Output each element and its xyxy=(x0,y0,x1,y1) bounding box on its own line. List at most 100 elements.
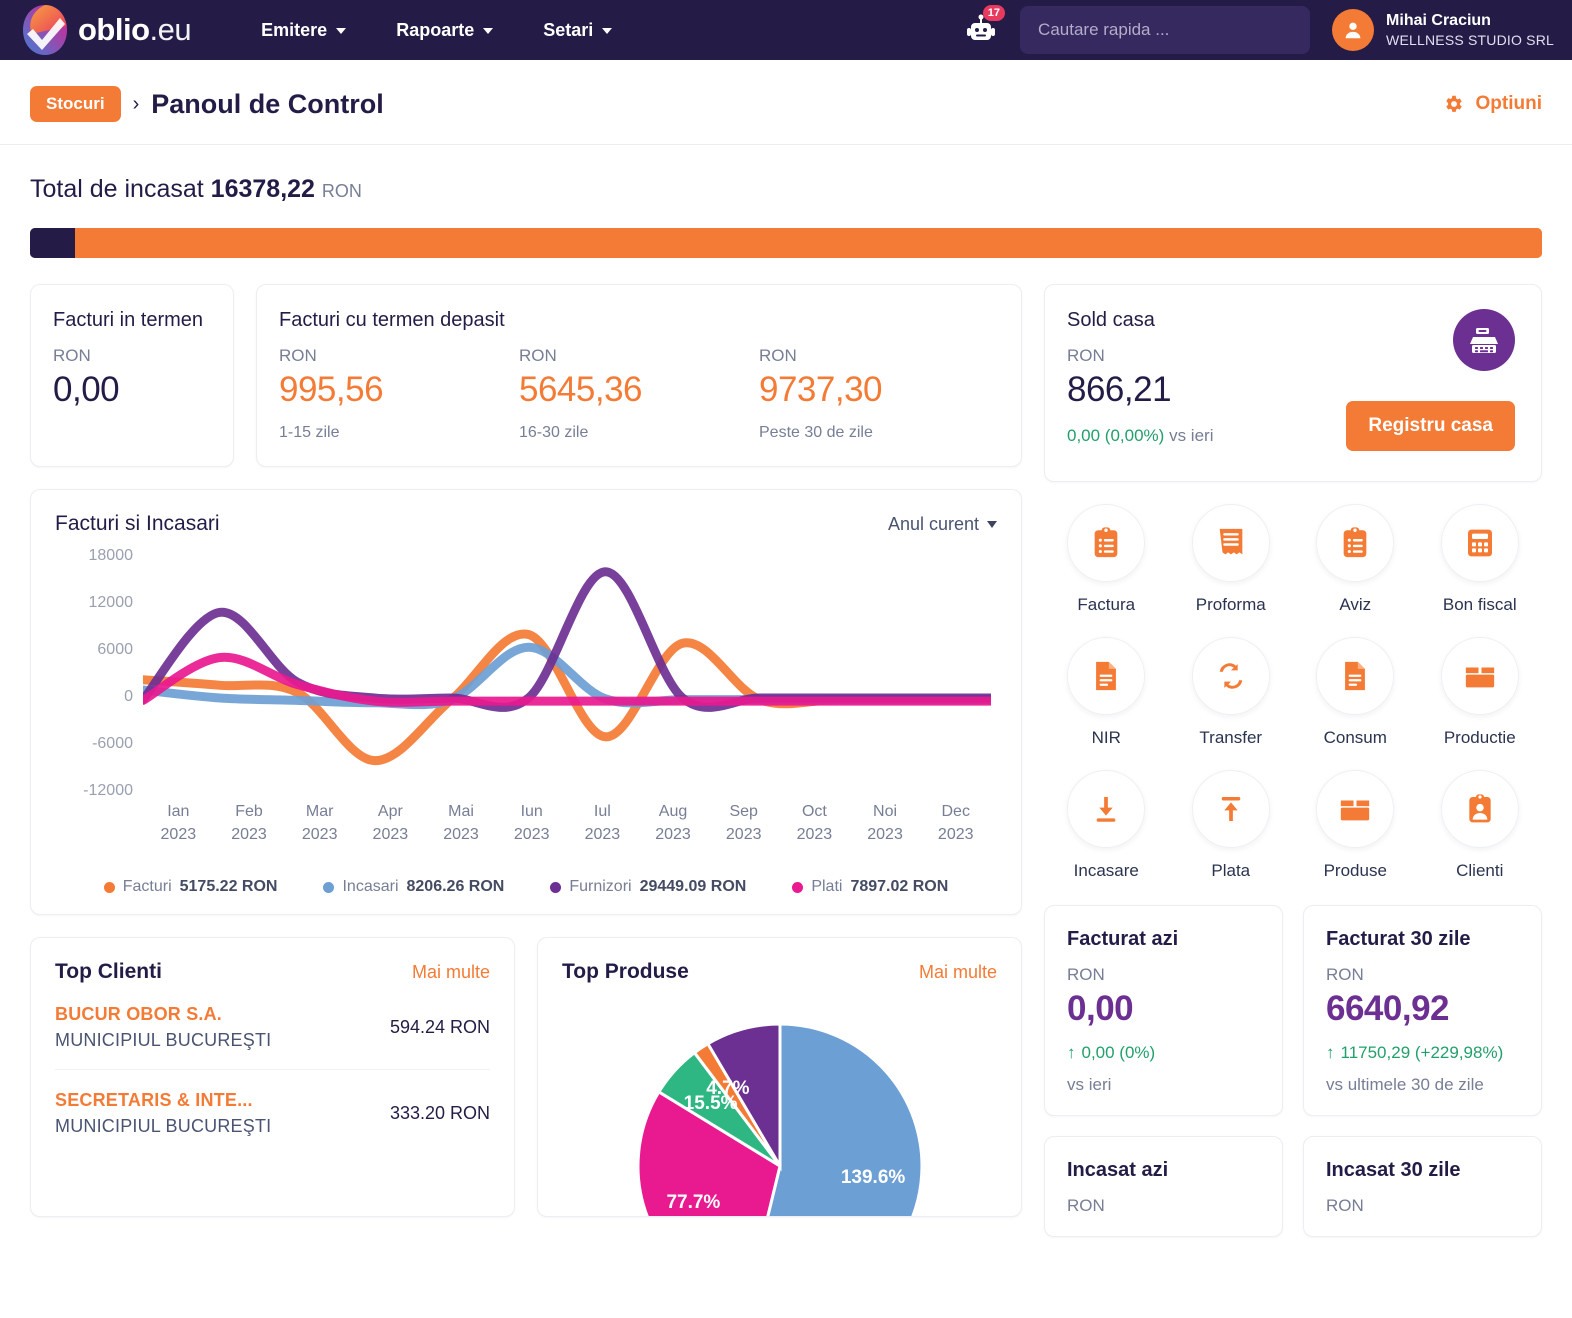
top-clienti-more-link[interactable]: Mai multe xyxy=(412,962,490,983)
brand-tld-text: .eu xyxy=(149,12,192,47)
incasat-30-currency: RON xyxy=(1326,1196,1364,1215)
action-produse[interactable]: Produse xyxy=(1300,770,1410,881)
action-bon-fiscal[interactable]: Bon fiscal xyxy=(1425,504,1535,615)
action-produse-label: Produse xyxy=(1323,861,1387,880)
breadcrumb: Stocuri › Panoul de Control Optiuni xyxy=(0,60,1572,145)
nav-item-setari[interactable]: Setari xyxy=(543,20,613,41)
y-axis-labels: 18000 12000 6000 0 -6000 -12000 xyxy=(55,547,133,799)
depasit-bucket-16-30: RON 5645,36 16-30 zile xyxy=(519,332,759,442)
pie-chart-svg: 139.6%77.7%15.5%4.7% xyxy=(636,1022,923,1216)
action-plata[interactable]: Plata xyxy=(1176,770,1286,881)
brand-name: oblio.eu xyxy=(78,12,192,48)
registru-casa-button[interactable]: Registru casa xyxy=(1346,401,1515,451)
x-tick-mai: Mai 2023 xyxy=(443,803,479,844)
action-consum[interactable]: Consum xyxy=(1300,637,1410,748)
chart-series-svg xyxy=(138,567,996,766)
nav-item-rapoarte[interactable]: Rapoarte xyxy=(396,19,494,41)
chevron-down-icon xyxy=(483,28,494,34)
legend-item-furnizori[interactable]: Furnizori 29449.09 RON xyxy=(550,878,746,896)
clipboard-list-icon xyxy=(1343,527,1367,558)
action-transfer-label: Transfer xyxy=(1199,728,1263,747)
breadcrumb-item-stocuri[interactable]: Stocuri xyxy=(30,86,121,122)
action-transfer[interactable]: Transfer xyxy=(1176,637,1286,748)
options-button[interactable]: Optiuni xyxy=(1443,93,1542,115)
legend-dot-incasari xyxy=(323,881,335,893)
invoices-summary-row: Facturi in termen RON 0,00 Facturi cu te… xyxy=(30,284,1022,467)
y-tick-0: 0 xyxy=(124,688,133,705)
action-aviz[interactable]: Aviz xyxy=(1300,504,1410,615)
legend-dot-furnizori xyxy=(550,881,562,893)
card-facturi-depasit: Facturi cu termen depasit RON 995,56 1-1… xyxy=(256,284,1022,467)
sold-casa-delta-suffix: vs ieri xyxy=(1169,426,1214,445)
chatbot-button[interactable]: 17 xyxy=(964,5,1006,47)
action-aviz-label: Aviz xyxy=(1339,595,1372,614)
legend-value-plati: 7897.02 RON xyxy=(850,878,949,895)
search-input[interactable] xyxy=(1038,20,1293,40)
bucket-2-currency: RON xyxy=(519,346,557,365)
chart-header: Facturi si Incasari Anul curent xyxy=(55,512,997,536)
depasit-bucket-1-15: RON 995,56 1-15 zile xyxy=(279,332,519,442)
action-factura[interactable]: Factura xyxy=(1051,504,1161,615)
depasit-bucket-peste-30: RON 9737,30 Peste 30 de zile xyxy=(759,332,999,442)
quick-actions-grid: Factura Proforma Aviz Bon fiscal NIR Tra… xyxy=(1044,504,1542,881)
action-consum-circle xyxy=(1316,637,1395,715)
quick-search[interactable] xyxy=(1020,6,1311,54)
refresh-arrows-icon xyxy=(1219,663,1243,689)
table-row[interactable]: SECRETARIS & INTE... MUNICIPIUL BUCUREŞT… xyxy=(55,1070,490,1155)
user-menu[interactable]: Mihai Craciun WELLNESS STUDIO SRL xyxy=(1332,9,1554,51)
bucket-2-value: 5645,36 xyxy=(519,370,643,409)
legend-value-furnizori: 29449.09 RON xyxy=(639,878,747,895)
top-produse-header: Top Produse Mai multe xyxy=(562,960,997,984)
action-productie[interactable]: Productie xyxy=(1425,637,1535,748)
card-incasat-30-zile: Incasat 30 zile RON xyxy=(1303,1136,1542,1237)
progress-segment-dark xyxy=(30,228,76,258)
facturat-azi-currency: RON xyxy=(1067,965,1105,984)
depasit-buckets: RON 995,56 1-15 zile RON 5645,36 16-30 z… xyxy=(279,332,999,442)
action-bon-fiscal-label: Bon fiscal xyxy=(1442,595,1517,614)
action-incasare-label: Incasare xyxy=(1073,861,1139,880)
facturat-30-title: Facturat 30 zile xyxy=(1326,928,1471,950)
receipt-icon xyxy=(1219,528,1243,555)
options-label: Optiuni xyxy=(1475,93,1542,114)
x-tick-oct: Oct 2023 xyxy=(796,803,833,844)
legend-dot-facturi xyxy=(103,881,115,893)
legend-item-incasari[interactable]: Incasari 8206.26 RON xyxy=(323,878,504,896)
facturat-azi-delta: ↑ 0,00 (0%) xyxy=(1067,1043,1260,1063)
facturat-30-value: 6640,92 xyxy=(1326,989,1450,1028)
action-factura-circle xyxy=(1067,504,1146,582)
bucket-1-currency: RON xyxy=(279,346,317,365)
action-plata-label: Plata xyxy=(1211,861,1251,880)
facturat-azi-delta-value: 0,00 (0%) xyxy=(1081,1043,1156,1062)
table-row[interactable]: BUCUR OBOR S.A. MUNICIPIUL BUCUREŞTI 594… xyxy=(55,984,490,1070)
sold-casa-title: Sold casa xyxy=(1067,309,1155,331)
action-incasare[interactable]: Incasare xyxy=(1051,770,1161,881)
x-tick-aug: Aug 2023 xyxy=(655,803,691,844)
brand-logo-link[interactable]: oblio.eu xyxy=(22,4,192,56)
gear-icon xyxy=(1445,95,1462,112)
action-clienti[interactable]: Clienti xyxy=(1425,770,1535,881)
top-produse-more-link[interactable]: Mai multe xyxy=(919,962,997,983)
clipboard-list-icon xyxy=(1094,527,1118,558)
incasat-azi-title: Incasat azi xyxy=(1067,1159,1169,1181)
upload-arrow-icon xyxy=(1221,797,1241,821)
nav-item-rapoarte-label: Rapoarte xyxy=(396,19,475,40)
chevron-down-icon xyxy=(336,28,347,34)
legend-item-plati[interactable]: Plati 7897.02 RON xyxy=(792,878,948,896)
cash-register-icon xyxy=(1453,309,1515,371)
facturat-30-delta-value: 11750,29 (+229,98%) xyxy=(1340,1043,1504,1062)
total-amount: 16378,22 xyxy=(210,175,315,203)
card-top-clienti: Top Clienti Mai multe BUCUR OBOR S.A. MU… xyxy=(30,937,515,1217)
id-badge-icon xyxy=(1469,794,1491,823)
chart-range-dropdown[interactable]: Anul curent xyxy=(888,514,997,535)
action-proforma-circle xyxy=(1191,504,1270,582)
nav-item-emitere[interactable]: Emitere xyxy=(261,20,347,41)
facturat-azi-value: 0,00 xyxy=(1067,989,1134,1028)
bucket-1-label: 1-15 zile xyxy=(279,424,340,441)
action-proforma[interactable]: Proforma xyxy=(1176,504,1286,615)
action-nir[interactable]: NIR xyxy=(1051,637,1161,748)
document-lines-icon xyxy=(1096,661,1117,691)
incasat-azi-currency: RON xyxy=(1067,1196,1105,1215)
bucket-3-label: Peste 30 de zile xyxy=(759,424,873,441)
box-icon xyxy=(1341,800,1370,821)
legend-item-facturi[interactable]: Facturi 5175.22 RON xyxy=(103,878,277,896)
